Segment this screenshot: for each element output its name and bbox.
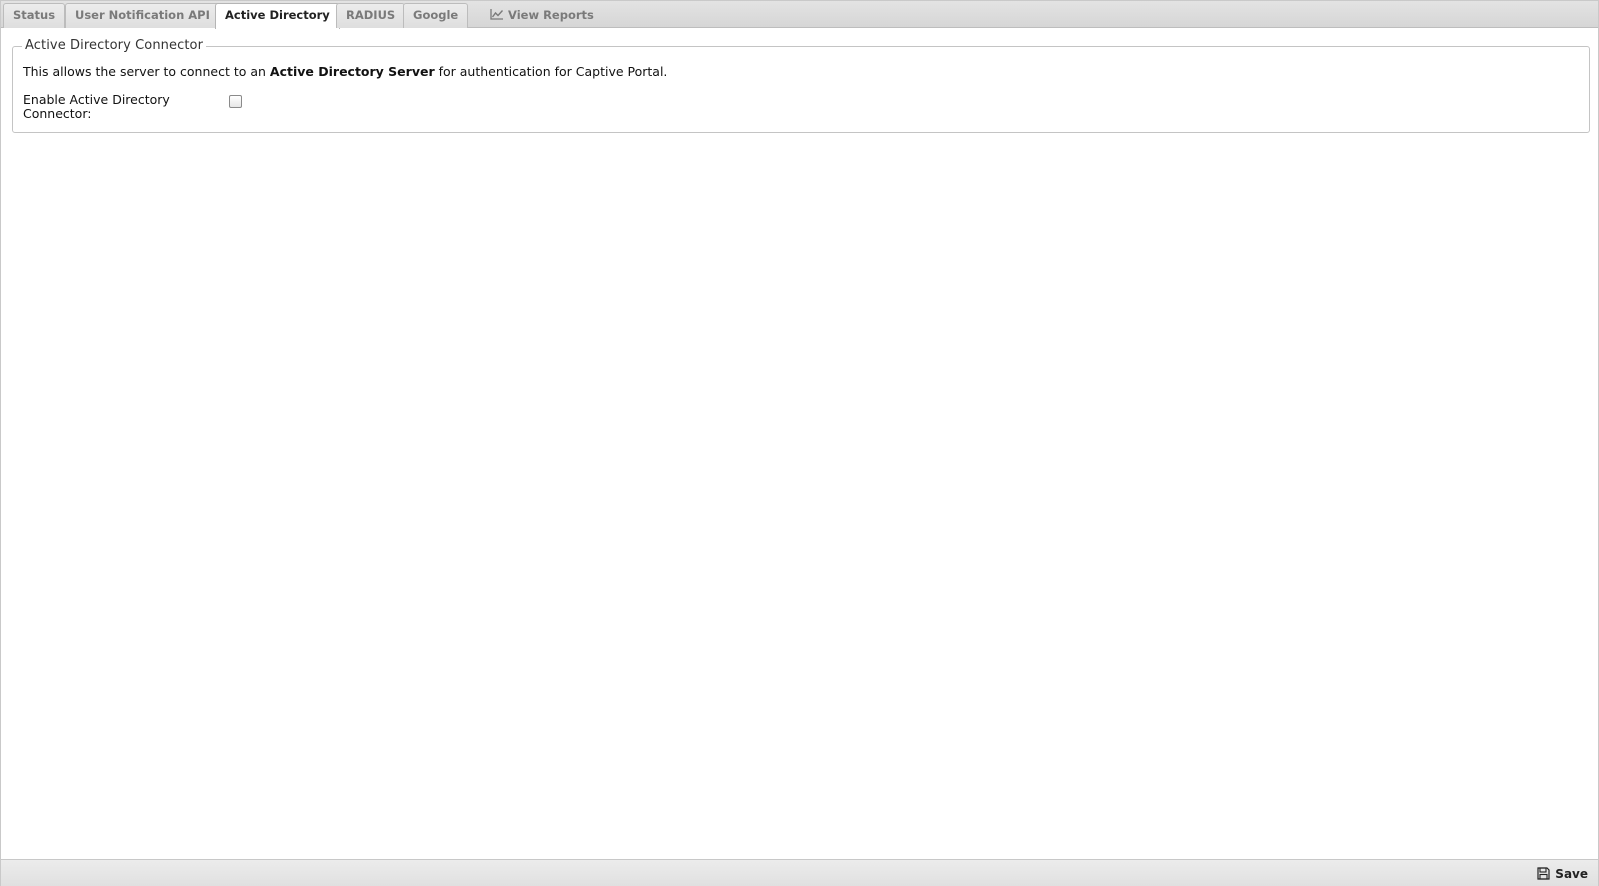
tab-active-directory[interactable]: Active Directory (215, 3, 340, 29)
app-frame: Status User Notification API Active Dire… (0, 0, 1599, 886)
line-chart-icon (490, 9, 504, 20)
tab-google[interactable]: Google (403, 3, 469, 28)
fieldset-legend: Active Directory Connector (22, 38, 207, 53)
tab-view-reports[interactable]: View Reports (480, 3, 604, 28)
description-suffix: for authentication for Captive Portal. (434, 64, 668, 79)
tab-bar: Status User Notification API Active Dire… (1, 1, 1598, 29)
tab-user-notification-api[interactable]: User Notification API (65, 3, 220, 28)
tab-status[interactable]: Status (3, 3, 66, 28)
description-bold: Active Directory Server (269, 64, 435, 79)
description-prefix: This allows the server to connect to an (23, 64, 270, 79)
enable-connector-label: Enable Active Directory Connector: (23, 92, 170, 121)
tab-view-reports-label: View Reports (508, 8, 594, 22)
save-button-label: Save (1555, 867, 1588, 881)
tab-radius[interactable]: RADIUS (336, 3, 406, 28)
bottom-toolbar: Save (1, 859, 1598, 886)
connector-description: This allows the server to connect to an … (23, 64, 667, 79)
floppy-disk-icon (1537, 867, 1550, 880)
enable-connector-checkbox[interactable] (229, 95, 242, 108)
active-directory-connector-fieldset: Active Directory Connector This allows t… (12, 38, 1590, 133)
save-button[interactable]: Save (1537, 865, 1588, 883)
